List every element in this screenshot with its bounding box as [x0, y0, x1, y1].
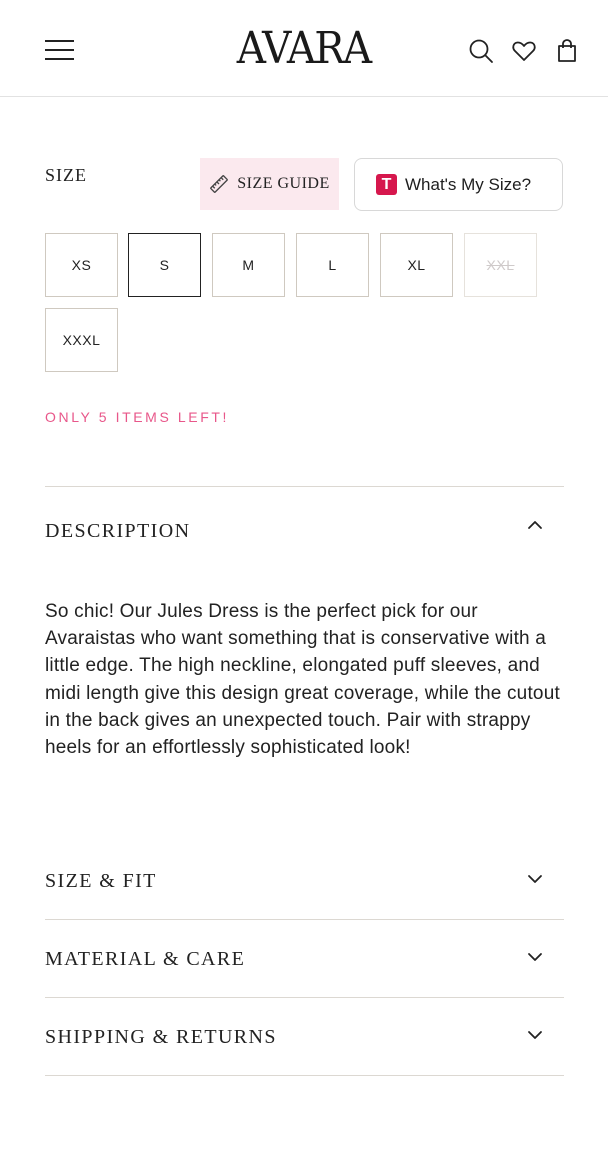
whats-my-size-label: What's My Size? — [405, 174, 532, 194]
site-header: AVARA — [0, 0, 608, 97]
size-option-l[interactable]: L — [296, 233, 369, 297]
size-option-label: L — [328, 257, 337, 273]
divider — [45, 486, 564, 487]
chevron-down-icon — [526, 1026, 544, 1044]
size-option-xs[interactable]: XS — [45, 233, 118, 297]
accordion-title: DESCRIPTION — [45, 520, 191, 542]
brand-logo[interactable]: AVARA — [228, 24, 380, 74]
true-fit-logo-icon: T — [376, 174, 397, 195]
accordion-material-care-header[interactable]: MATERIAL & CARE — [45, 940, 564, 980]
chevron-down-icon — [526, 870, 544, 888]
size-option-label: XXL — [486, 257, 515, 273]
menu-icon[interactable] — [45, 39, 75, 61]
ruler-icon — [210, 175, 229, 193]
whats-my-size-button[interactable]: T What's My Size? — [354, 158, 563, 211]
size-guide-button[interactable]: SIZE GUIDE — [200, 158, 339, 210]
accordion-size-fit-header[interactable]: SIZE & FIT — [45, 862, 564, 902]
bag-icon[interactable] — [554, 38, 580, 64]
chevron-down-icon — [526, 948, 544, 966]
accordion-description-header[interactable]: DESCRIPTION — [45, 512, 564, 552]
size-option-label: S — [159, 257, 170, 273]
size-option-label: M — [242, 257, 255, 273]
accordion-title: SHIPPING & RETURNS — [45, 1026, 277, 1048]
accordion-shipping-returns-header[interactable]: SHIPPING & RETURNS — [45, 1018, 564, 1058]
low-stock-note: ONLY 5 ITEMS LEFT! — [45, 409, 229, 425]
chevron-up-icon — [526, 516, 544, 534]
size-option-xxxl[interactable]: XXXL — [45, 308, 118, 372]
divider — [45, 1075, 564, 1076]
size-option-xl[interactable]: XL — [380, 233, 453, 297]
size-guide-label: SIZE GUIDE — [237, 175, 330, 192]
size-label: SIZE — [45, 165, 87, 185]
divider — [45, 919, 564, 920]
size-option-label: XXXL — [62, 332, 101, 348]
size-option-m[interactable]: M — [212, 233, 285, 297]
accordion-title: SIZE & FIT — [45, 870, 157, 892]
heart-icon[interactable] — [511, 38, 537, 64]
divider — [45, 997, 564, 998]
logo-text: AVARA — [237, 23, 372, 74]
accordion-title: MATERIAL & CARE — [45, 948, 246, 970]
size-option-xxl[interactable]: XXL — [464, 233, 537, 297]
search-icon[interactable] — [468, 38, 494, 64]
description-text: So chic! Our Jules Dress is the perfect … — [45, 601, 560, 759]
size-option-s[interactable]: S — [128, 233, 201, 297]
size-option-label: XL — [407, 257, 426, 273]
size-option-label: XS — [71, 257, 92, 273]
